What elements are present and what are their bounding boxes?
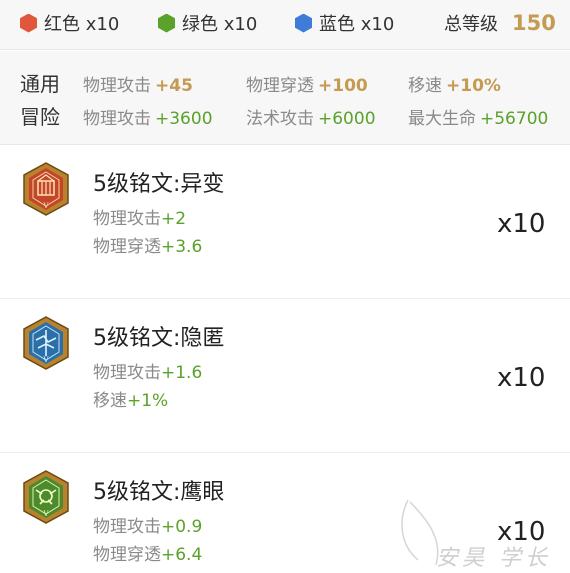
total-level: 总等级 150 [444, 11, 556, 35]
svg-text:V: V [42, 356, 49, 364]
rune-stat-line: 物理攻击+2 [93, 209, 187, 229]
red-rune-count: 红色 x10 [20, 12, 120, 35]
rune-stat-line: 物理穿透+6.4 [93, 545, 203, 565]
green-rune-count: 绿色 x10 [158, 12, 258, 35]
watermark-text: 安昊 学长 [436, 546, 551, 571]
green-rune-count-label: 绿色 x10 [182, 14, 258, 35]
rune-count: x10 [497, 363, 546, 393]
rune-list-item[interactable]: V 5级铭文:隐匿 物理攻击+1.6 移速+1% x10 [0, 300, 570, 453]
red-hexagon-icon [20, 13, 37, 33]
attribute-summary-panel: 通用 冒险 物理攻击 +45 物理穿透 +100 移速 +10% 物理攻击 +3600 … [0, 51, 570, 145]
rune-name: 5级铭文:隐匿 [93, 326, 225, 351]
rune-blue-emblem-icon: V [23, 316, 69, 370]
blue-rune-count: 蓝色 x10 [295, 12, 395, 35]
general-stat-physical-penetration: 物理穿透 +100 [246, 76, 368, 96]
total-level-value: 150 [512, 11, 556, 35]
general-row-label: 通用 [20, 72, 60, 96]
rune-green-emblem-icon: V [23, 470, 69, 524]
green-hexagon-icon [158, 13, 175, 33]
adventure-stat-physical-attack: 物理攻击 +3600 [83, 109, 213, 129]
rune-stat-line: 移速+1% [93, 391, 169, 411]
rune-name: 5级铭文:异变 [93, 172, 225, 197]
rune-list-item[interactable]: V 5级铭文:异变 物理攻击+2 物理穿透+3.6 x10 [0, 146, 570, 299]
general-stat-move-speed: 移速 +10% [408, 76, 501, 96]
blue-hexagon-icon [295, 13, 312, 33]
red-rune-count-label: 红色 x10 [44, 14, 120, 35]
adventure-row-label: 冒险 [20, 105, 60, 129]
rune-stat-line: 物理攻击+0.9 [93, 517, 203, 537]
svg-text:V: V [42, 202, 49, 210]
rune-color-summary-bar: 红色 x10 绿色 x10 蓝色 x10 总等级 150 [0, 0, 570, 50]
blue-rune-count-label: 蓝色 x10 [319, 14, 395, 35]
rune-stat-line: 物理攻击+1.6 [93, 363, 203, 383]
rune-count: x10 [497, 209, 546, 239]
rune-stat-line: 物理穿透+3.6 [93, 237, 203, 257]
total-level-label: 总等级 [444, 14, 498, 35]
adventure-stat-magic-attack: 法术攻击 +6000 [246, 109, 376, 129]
general-stat-physical-attack: 物理攻击 +45 [83, 76, 193, 96]
rune-red-emblem-icon: V [23, 162, 69, 216]
svg-text:V: V [42, 510, 49, 518]
rune-name: 5级铭文:鹰眼 [93, 480, 225, 505]
adventure-stat-max-hp: 最大生命 +56700 [408, 109, 549, 129]
